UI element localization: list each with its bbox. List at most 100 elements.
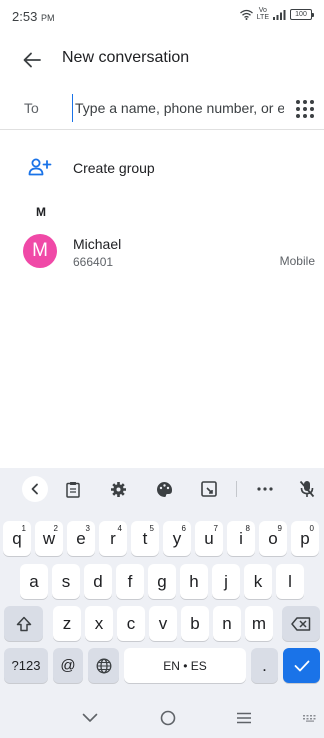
volte-bottom: LTE: [256, 14, 269, 21]
dialpad-dot: [296, 107, 300, 111]
section-header: M: [36, 205, 46, 219]
key-hint: 6: [181, 524, 186, 533]
key-u[interactable]: u7: [195, 521, 223, 556]
volte-top: Vo: [258, 7, 267, 14]
keyboard-collapse-button[interactable]: [22, 476, 48, 502]
key-letter: t: [142, 528, 148, 548]
key-c[interactable]: c: [117, 606, 145, 641]
key-e[interactable]: e3: [67, 521, 95, 556]
volte-indicator: Vo LTE: [257, 7, 269, 21]
floating-keyboard-button[interactable]: [198, 478, 220, 500]
key-hint: 4: [117, 524, 122, 533]
key-r[interactable]: r4: [99, 521, 127, 556]
dialpad-dot: [303, 114, 307, 118]
gear-icon: [110, 481, 126, 497]
key-o[interactable]: o9: [259, 521, 287, 556]
dialpad-button[interactable]: [294, 97, 316, 121]
contact-item[interactable]: M Michael 666401 Mobile: [0, 230, 324, 272]
chevron-left-icon: [31, 483, 38, 495]
contact-number: 666401: [73, 255, 114, 269]
app-bar: New conversation: [0, 38, 324, 80]
avatar: M: [23, 234, 57, 268]
more-icon: [257, 487, 273, 491]
key-b[interactable]: b: [181, 606, 209, 641]
status-time: 2:53 PM: [12, 9, 54, 24]
key-a[interactable]: a: [20, 564, 48, 599]
key-i[interactable]: i8: [227, 521, 255, 556]
key-letter: y: [172, 528, 182, 548]
nav-home-button[interactable]: [156, 706, 180, 730]
space-key[interactable]: EN • ES: [124, 648, 246, 683]
recipient-input[interactable]: [72, 94, 284, 122]
home-circle-icon: [160, 710, 176, 726]
enter-key[interactable]: [283, 648, 320, 683]
key-y[interactable]: y6: [163, 521, 191, 556]
create-group-label: Create group: [73, 160, 155, 176]
key-v[interactable]: v: [149, 606, 177, 641]
key-q[interactable]: q1: [3, 521, 31, 556]
signal-icon: [273, 9, 286, 20]
key-g[interactable]: g: [148, 564, 176, 599]
clipboard-icon: [66, 481, 80, 498]
key-w[interactable]: w2: [35, 521, 63, 556]
backspace-key[interactable]: [282, 606, 320, 641]
group-add-icon: [28, 158, 52, 176]
symbols-key[interactable]: ?123: [4, 648, 48, 683]
mic-off-icon: [299, 480, 315, 498]
page-title: New conversation: [62, 49, 190, 66]
key-letter: e: [76, 528, 86, 548]
clipboard-button[interactable]: [62, 478, 84, 500]
chevron-down-icon: [82, 713, 98, 722]
key-h[interactable]: h: [180, 564, 208, 599]
at-key[interactable]: @: [53, 648, 83, 683]
recipient-row: To: [0, 88, 324, 130]
resize-icon: [201, 481, 217, 497]
keyboard-toolbar: [0, 468, 324, 510]
key-l[interactable]: l: [276, 564, 304, 599]
voice-input-button[interactable]: [296, 478, 318, 500]
back-button[interactable]: [18, 46, 46, 74]
key-p[interactable]: p0: [291, 521, 319, 556]
create-group-button[interactable]: Create group: [0, 150, 324, 186]
battery-icon: 100: [290, 8, 314, 20]
palette-icon: [156, 481, 172, 497]
status-ampm: PM: [40, 13, 55, 23]
nav-keyboard-switch-button[interactable]: [298, 706, 322, 730]
checkmark-icon: [294, 660, 309, 671]
key-t[interactable]: t5: [131, 521, 159, 556]
keyboard-icon: [303, 715, 316, 722]
key-f[interactable]: f: [116, 564, 144, 599]
key-x[interactable]: x: [85, 606, 113, 641]
key-letter: i: [239, 528, 243, 548]
nav-recents-button[interactable]: [232, 706, 256, 730]
key-hint: 5: [149, 524, 154, 533]
contact-name: Michael: [73, 236, 122, 252]
language-key[interactable]: [88, 648, 119, 683]
status-clock: 2:53: [12, 9, 38, 24]
key-n[interactable]: n: [213, 606, 241, 641]
key-s[interactable]: s: [52, 564, 80, 599]
key-hint: 2: [53, 524, 58, 533]
key-hint: 9: [277, 524, 282, 533]
key-d[interactable]: d: [84, 564, 112, 599]
key-k[interactable]: k: [244, 564, 272, 599]
key-m[interactable]: m: [245, 606, 273, 641]
navigation-bar: [0, 698, 324, 738]
more-options-button[interactable]: [254, 478, 276, 500]
dialpad-dot: [310, 114, 314, 118]
status-icons: Vo LTE 100: [239, 7, 314, 21]
settings-button[interactable]: [107, 478, 129, 500]
dialpad-dot: [310, 107, 314, 111]
key-j[interactable]: j: [212, 564, 240, 599]
key-hint: 8: [245, 524, 250, 533]
dialpad-dot: [303, 107, 307, 111]
key-z[interactable]: z: [53, 606, 81, 641]
dialpad-dot: [303, 100, 307, 104]
key-letter: q: [12, 528, 22, 548]
period-key[interactable]: .: [251, 648, 278, 683]
globe-icon: [96, 658, 111, 673]
shift-key[interactable]: [4, 606, 43, 641]
theme-button[interactable]: [153, 478, 175, 500]
nav-hide-keyboard-button[interactable]: [78, 706, 102, 730]
toolbar-divider: [236, 481, 237, 497]
